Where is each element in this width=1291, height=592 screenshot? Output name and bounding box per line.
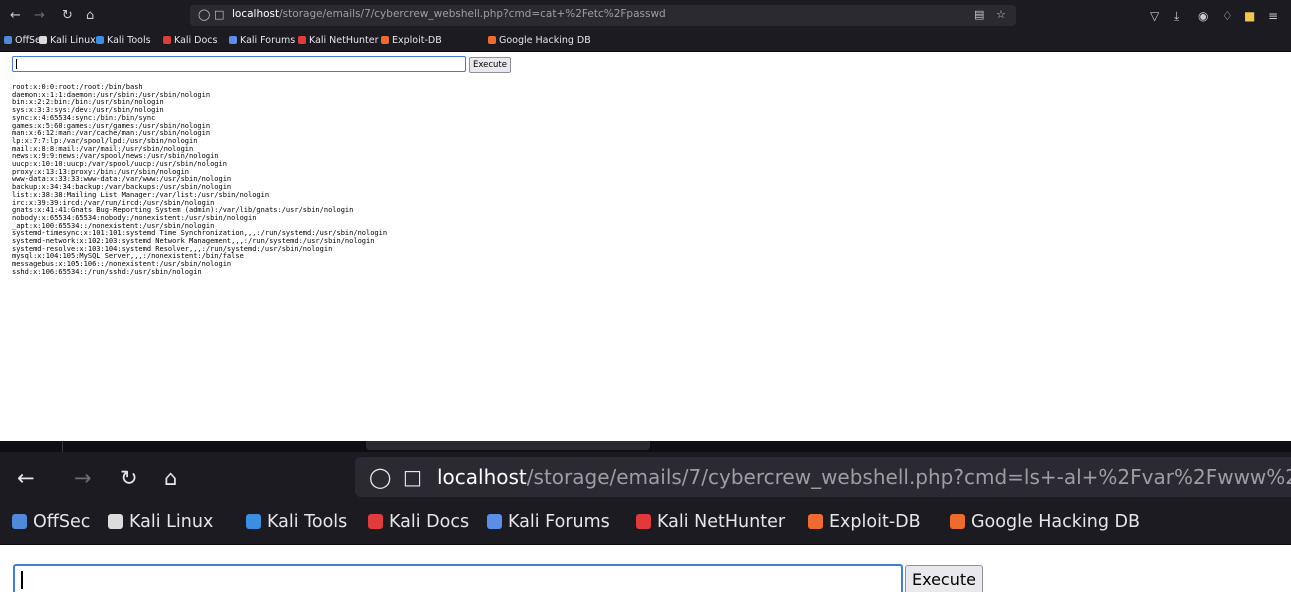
extensions-icon[interactable]: ♢: [1222, 9, 1233, 23]
home-icon[interactable]: ⌂: [86, 8, 94, 24]
address-bar[interactable]: ◯ □ localhost/storage/emails/7/cybercrew…: [190, 5, 1016, 26]
kali-forums-icon: [229, 36, 237, 44]
kali-docs-icon: [163, 36, 171, 44]
forward-icon[interactable]: →: [74, 465, 92, 491]
ghdb-icon: [950, 514, 965, 529]
kali-dragon-icon: [39, 36, 47, 44]
bookmark-google-hacking-db[interactable]: Google Hacking DB: [950, 512, 1140, 532]
bookmark-label: Kali Forums: [240, 35, 296, 46]
page-icon: □: [403, 465, 422, 489]
bookmark-exploit-db[interactable]: Exploit-DB: [808, 512, 921, 532]
nethunter-icon: [636, 514, 651, 529]
bookmark-kali-forums[interactable]: Kali Forums: [229, 35, 295, 46]
pocket-icon[interactable]: ▽: [1150, 9, 1159, 23]
command-input[interactable]: [13, 564, 903, 592]
bookmark-kali-docs[interactable]: Kali Docs: [368, 512, 469, 532]
url-text: localhost/storage/emails/7/cybercrew_web…: [437, 465, 1291, 489]
divider: [0, 421, 1291, 441]
forward-icon[interactable]: →: [34, 8, 45, 24]
kali-tools-icon: [246, 514, 261, 529]
bookmark-label: Exploit-DB: [829, 512, 921, 532]
output-line: sshd:x:106:65534::/run/sshd:/usr/sbin/no…: [12, 267, 202, 276]
bookmark-label: Google Hacking DB: [971, 512, 1141, 532]
tab-strip: [0, 441, 1291, 452]
back-icon[interactable]: ←: [10, 8, 21, 24]
ghdb-icon: [488, 36, 496, 44]
address-bar[interactable]: ◯ □ localhost/storage/emails/7/cybercrew…: [355, 457, 1291, 497]
bookmark-offsec[interactable]: OffSec: [12, 512, 90, 532]
bookmarks-toolbar: OffSec Kali Linux Kali Tools Kali Docs Kali …: [0, 32, 1291, 52]
reload-icon[interactable]: ↻: [62, 8, 73, 24]
execute-button[interactable]: Execute: [905, 565, 983, 592]
home-icon[interactable]: ⌂: [164, 465, 177, 491]
account-icon[interactable]: ◉: [1198, 9, 1208, 23]
bookmark-label: Kali NetHunter: [657, 512, 786, 532]
navigation-toolbar: ← → ↻ ⌂ ◯ □ localhost/storage/emails/7/c…: [0, 0, 1291, 32]
offsec-icon: [12, 514, 27, 529]
bookmark-kali-nethunter[interactable]: Kali NetHunter: [298, 35, 379, 46]
bookmark-label: Kali Tools: [107, 35, 151, 46]
bookmark-kali-nethunter[interactable]: Kali NetHunter: [636, 512, 785, 532]
exploit-db-icon: [808, 514, 823, 529]
bookmark-kali-docs[interactable]: Kali Docs: [163, 35, 217, 46]
navigation-toolbar: ← → ↻ ⌂ ◯ □ localhost/storage/emails/7/c…: [0, 452, 1291, 504]
text-cursor: [21, 571, 23, 589]
offsec-icon: [4, 36, 12, 44]
reload-icon[interactable]: ↻: [120, 465, 138, 491]
command-output: root:x:0:0:root:/root:/bin/bash daemon:x:…: [12, 83, 387, 277]
bookmark-kali-linux[interactable]: Kali Linux: [108, 512, 213, 532]
bookmark-label: Exploit-DB: [392, 35, 442, 46]
bookmark-kali-forums[interactable]: Kali Forums: [487, 512, 610, 532]
screenshot-ls-html: ← → ↻ ⌂ ◯ □ localhost/storage/emails/7/c…: [0, 441, 1291, 592]
bookmark-label: Google Hacking DB: [499, 35, 591, 46]
bookmarks-toolbar: OffSec Kali Linux Kali Tools Kali Docs Kali …: [0, 504, 1291, 545]
bookmark-label: Kali Linux: [50, 35, 96, 46]
bookmark-label: Kali Tools: [267, 512, 348, 532]
bookmark-exploit-db[interactable]: Exploit-DB: [381, 35, 442, 46]
kali-tools-icon: [96, 36, 104, 44]
downloads-icon[interactable]: ⤓: [1174, 9, 1179, 24]
kali-forums-icon: [487, 514, 502, 529]
bookmark-label: Kali Docs: [174, 35, 218, 46]
bookmark-kali-tools[interactable]: Kali Tools: [96, 35, 151, 46]
bookmark-label: Kali NetHunter: [309, 35, 379, 46]
bookmark-google-hacking-db[interactable]: Google Hacking DB: [488, 35, 591, 46]
nethunter-icon: [298, 36, 306, 44]
bookmark-kali-linux[interactable]: Kali Linux: [39, 35, 96, 46]
command-input[interactable]: [12, 56, 466, 72]
tracking-shield-icon[interactable]: ◯: [198, 8, 210, 21]
reader-view-icon[interactable]: ▤: [974, 8, 984, 21]
exploit-db-icon: [381, 36, 389, 44]
bookmark-label: OffSec: [33, 512, 91, 532]
back-icon[interactable]: ←: [17, 465, 35, 491]
bookmark-label: Kali Linux: [129, 512, 214, 532]
screenshot-cat-passwd: ← → ↻ ⌂ ◯ □ localhost/storage/emails/7/c…: [0, 0, 1291, 421]
kali-docs-icon: [368, 514, 383, 529]
menu-icon[interactable]: ≡: [1268, 9, 1278, 23]
text-cursor: [16, 59, 17, 69]
tracking-shield-icon[interactable]: ◯: [369, 465, 391, 489]
bookmark-label: Kali Docs: [389, 512, 470, 532]
bookmark-star-icon[interactable]: ☆: [996, 8, 1006, 21]
active-tab[interactable]: [366, 441, 650, 450]
page-icon: □: [214, 8, 225, 21]
execute-button[interactable]: Execute: [469, 57, 511, 73]
hackbar-icon[interactable]: ■: [1244, 9, 1255, 23]
kali-dragon-icon: [108, 514, 123, 529]
bookmark-kali-tools[interactable]: Kali Tools: [246, 512, 347, 532]
bookmark-label: Kali Forums: [508, 512, 610, 532]
url-text: localhost/storage/emails/7/cybercrew_web…: [232, 8, 666, 20]
tab-separator: [62, 441, 63, 452]
